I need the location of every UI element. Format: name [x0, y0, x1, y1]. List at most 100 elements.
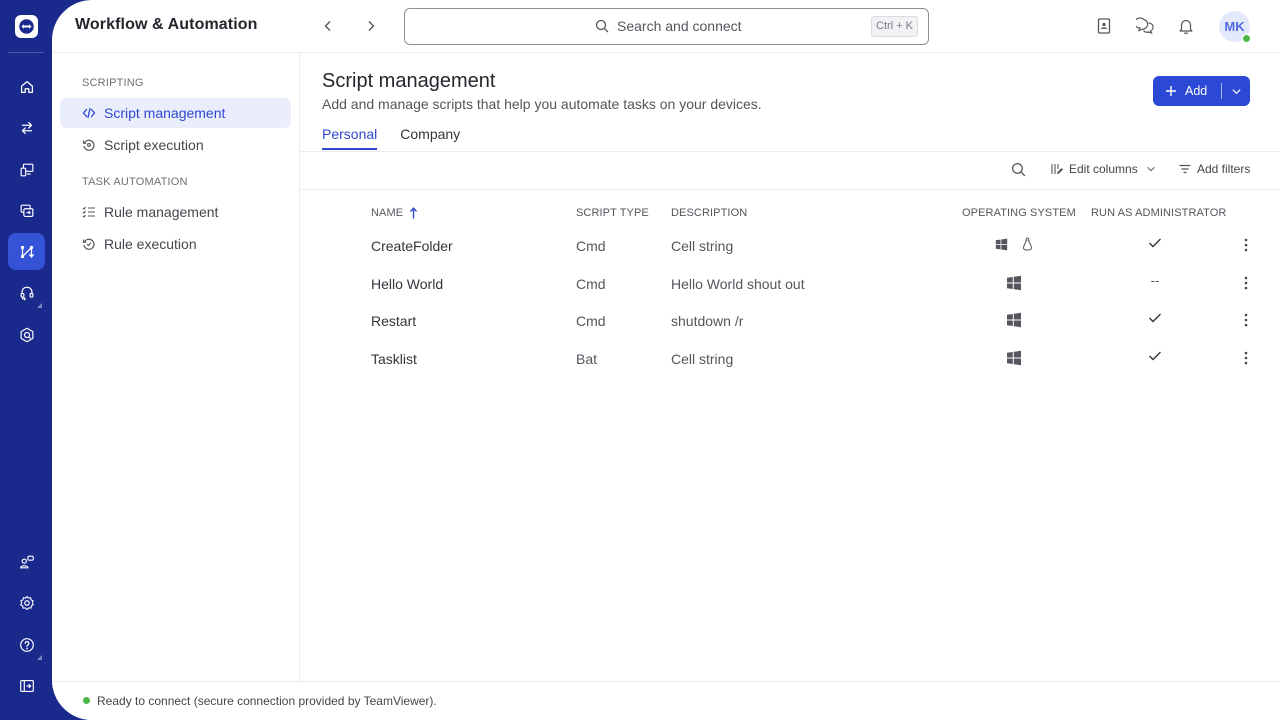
table-row[interactable]: Hello World Cmd Hello World shout out -- [300, 265, 1280, 302]
secondary-nav: SCRIPTING Script management Script execu… [52, 53, 300, 681]
chevron-right-icon [368, 21, 375, 31]
linux-icon [1022, 237, 1033, 251]
subnav-item-script-execution[interactable]: Script execution [60, 130, 291, 160]
check-icon [1147, 312, 1163, 324]
page-title: Script management [322, 70, 496, 92]
back-button[interactable] [316, 14, 340, 38]
teamviewer-logo-icon[interactable] [15, 15, 38, 38]
table-search-button[interactable] [1011, 162, 1026, 177]
rail-community-button[interactable] [8, 543, 45, 580]
subnav-item-rule-management[interactable]: Rule management [60, 197, 291, 227]
add-filters-button[interactable]: Add filters [1178, 162, 1250, 176]
rail-home-button[interactable] [8, 68, 45, 105]
more-vertical-icon [1244, 351, 1248, 364]
column-header-run-as-admin[interactable]: RUN AS ADMINISTRATOR [1091, 207, 1226, 219]
windows-icon [1006, 350, 1022, 366]
rail-workflow-button[interactable] [8, 233, 45, 270]
connection-status-dot [83, 697, 90, 704]
subnav-item-label: Rule execution [104, 236, 197, 252]
workflow-icon [20, 245, 34, 258]
tab-company[interactable]: Company [400, 126, 460, 150]
top-bar: Workflow & Automation Search and connect… [52, 0, 1280, 53]
home-icon [20, 80, 33, 93]
table-row[interactable]: Restart Cmd shutdown /r [300, 302, 1280, 339]
table-toolbar: Edit columns Add filters [300, 152, 1280, 190]
settings-icon [19, 595, 34, 610]
rail-collapse-button[interactable] [8, 667, 45, 704]
app-title: Workflow & Automation [75, 16, 258, 33]
add-dropdown-button[interactable] [1222, 76, 1250, 106]
column-header-script-type[interactable]: SCRIPT TYPE [576, 207, 649, 219]
row-actions-button[interactable] [1238, 349, 1254, 367]
submenu-indicator [37, 303, 42, 308]
section-task-automation: TASK AUTOMATION [82, 176, 188, 188]
column-header-name[interactable]: NAME [371, 207, 418, 219]
cell-run-as-admin: -- [1150, 272, 1160, 288]
subnav-item-label: Script management [104, 105, 226, 121]
rail-help-button[interactable] [8, 626, 45, 663]
column-header-description[interactable]: DESCRIPTION [671, 207, 747, 219]
checklist-icon [82, 206, 95, 218]
page-subtitle: Add and manage scripts that help you aut… [322, 96, 762, 112]
add-split-button: Add [1153, 76, 1250, 106]
filter-icon [1179, 164, 1191, 174]
check-icon [1147, 350, 1163, 362]
rail-settings-button[interactable] [8, 584, 45, 621]
help-icon [19, 637, 34, 652]
connection-status-text: Ready to connect (secure connection prov… [97, 694, 437, 708]
add-button[interactable]: Add [1153, 76, 1221, 106]
rail-divider [8, 52, 44, 53]
cell-description: Cell string [671, 350, 734, 367]
submenu-indicator [37, 655, 42, 660]
subnav-item-script-management[interactable]: Script management [60, 98, 291, 128]
content-area: Script management Add and manage scripts… [300, 53, 1280, 681]
cell-operating-system [1006, 350, 1022, 366]
rail-connections-button[interactable] [8, 109, 45, 146]
user-avatar[interactable]: MK [1219, 11, 1251, 43]
sessions-icon [20, 204, 33, 217]
status-bar: Ready to connect (secure connection prov… [52, 681, 1280, 720]
add-button-label: Add [1185, 84, 1208, 98]
community-icon [19, 555, 34, 568]
row-actions-button[interactable] [1238, 274, 1254, 292]
history-check-icon [82, 238, 95, 250]
row-actions-button[interactable] [1238, 236, 1254, 254]
cell-name: Tasklist [371, 350, 417, 367]
windows-icon [995, 238, 1008, 251]
subnav-item-rule-execution[interactable]: Rule execution [60, 229, 291, 259]
forward-button[interactable] [359, 14, 383, 38]
chevron-left-icon [324, 21, 331, 31]
rail-security-button[interactable] [8, 316, 45, 353]
section-scripting: SCRIPTING [82, 77, 144, 89]
chevron-down-icon [1147, 166, 1155, 172]
bell-icon [1179, 19, 1193, 35]
main-panel: Workflow & Automation Search and connect… [52, 0, 1280, 720]
avatar-initials: MK [1224, 19, 1245, 34]
security-icon [20, 327, 33, 342]
edit-columns-label: Edit columns [1069, 162, 1138, 176]
search-placeholder: Search and connect [617, 18, 742, 34]
windows-icon [1006, 275, 1022, 291]
search-icon [1011, 162, 1026, 177]
rail-devices-button[interactable] [8, 151, 45, 188]
chat-button[interactable] [1134, 15, 1156, 37]
table-row[interactable]: CreateFolder Cmd Cell string [300, 227, 1280, 264]
cell-operating-system [1006, 312, 1022, 328]
row-actions-button[interactable] [1238, 311, 1254, 329]
search-input[interactable]: Search and connect Ctrl + K [404, 8, 929, 45]
rail-sessions-button[interactable] [8, 192, 45, 229]
sort-ascending-icon [410, 207, 418, 219]
cell-script-type: Bat [576, 350, 598, 367]
column-header-operating-system[interactable]: OPERATING SYSTEM [962, 207, 1076, 219]
more-vertical-icon [1244, 238, 1248, 252]
tab-personal[interactable]: Personal [322, 126, 378, 150]
edit-columns-button[interactable]: Edit columns [1050, 162, 1156, 176]
contacts-button[interactable] [1093, 15, 1115, 37]
windows-icon [1006, 312, 1022, 328]
rail-support-button[interactable] [8, 274, 45, 311]
notifications-button[interactable] [1175, 15, 1197, 37]
table-row[interactable]: Tasklist Bat Cell string [300, 340, 1280, 377]
history-icon [82, 139, 95, 151]
plus-icon [1166, 86, 1176, 96]
cell-name: Restart [371, 313, 417, 329]
